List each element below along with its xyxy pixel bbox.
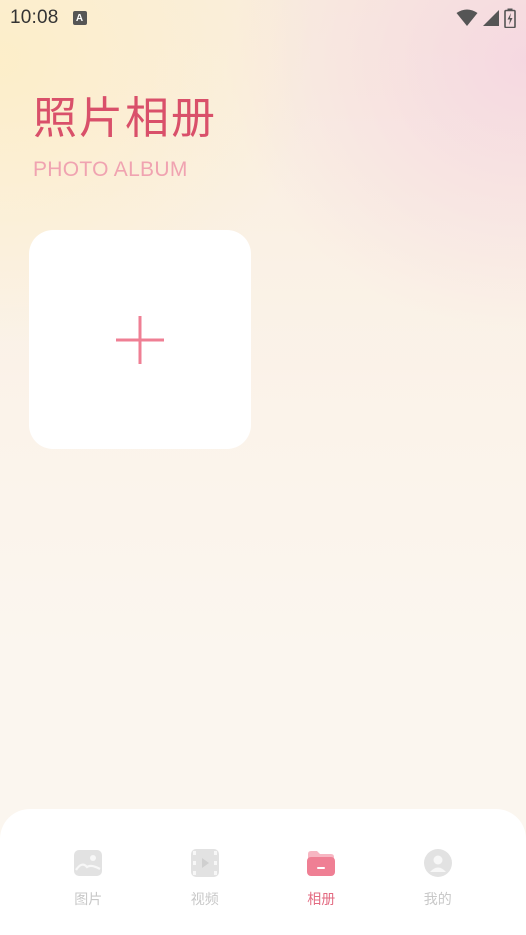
page-subtitle: PHOTO ALBUM — [33, 158, 188, 181]
user-icon — [423, 848, 453, 878]
nav-item-images[interactable]: 图片 — [48, 848, 128, 935]
nav-label-videos: 视频 — [190, 892, 219, 908]
cell-signal-icon — [483, 10, 499, 26]
video-icon — [190, 848, 220, 878]
status-icons — [456, 8, 516, 28]
nav-item-albums[interactable]: 相册 — [281, 848, 361, 935]
image-icon — [73, 848, 103, 878]
status-time: 10:08 — [10, 7, 59, 28]
nav-item-profile[interactable]: 我的 — [398, 848, 478, 935]
wifi-icon — [456, 9, 478, 26]
nav-label-profile: 我的 — [423, 892, 452, 908]
add-album-button[interactable] — [29, 230, 251, 449]
nav-label-albums: 相册 — [307, 892, 336, 908]
album-folder-icon — [306, 848, 336, 878]
plus-icon — [116, 315, 164, 364]
battery-icon — [504, 8, 516, 28]
bottom-nav: 图片 视频 相册 我的 — [0, 809, 526, 935]
nav-label-images: 图片 — [74, 892, 103, 908]
notification-icon: A — [72, 11, 87, 25]
status-bar: 10:08 A — [0, 0, 526, 36]
nav-item-videos[interactable]: 视频 — [165, 848, 245, 935]
page-title: 照片相册 — [33, 93, 217, 144]
